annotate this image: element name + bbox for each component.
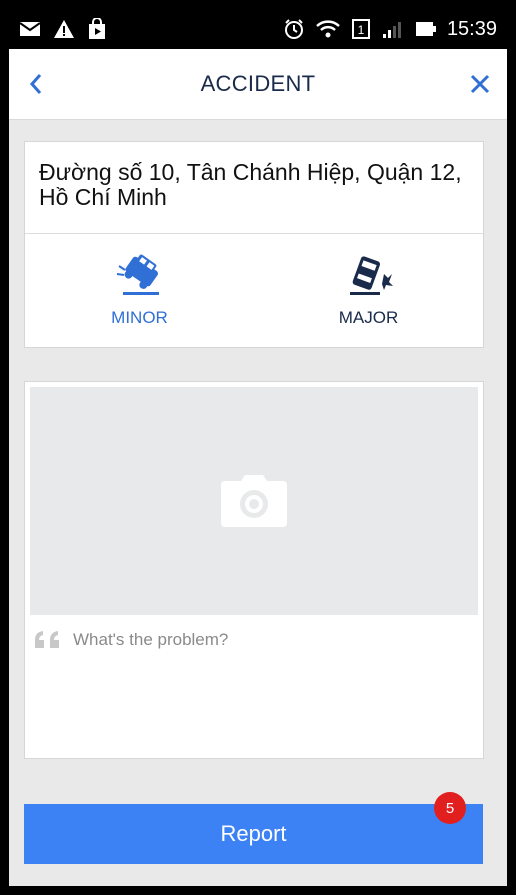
quote-icon <box>35 631 59 648</box>
problem-placeholder: What's the problem? <box>73 630 229 649</box>
mail-icon <box>19 20 41 38</box>
wifi-icon <box>315 19 341 39</box>
severity-selector: MINOR MAJOR <box>25 234 483 346</box>
app-bar: ACCIDENT <box>9 49 507 120</box>
warning-icon <box>53 19 75 39</box>
location-card: Đường số 10, Tân Chánh Hiệp, Quận 12, Hồ… <box>24 141 484 348</box>
minor-option[interactable]: MINOR <box>25 234 254 346</box>
major-accident-icon <box>349 256 393 295</box>
report-count-badge: 5 <box>434 792 466 824</box>
camera-icon <box>221 475 287 527</box>
alarm-icon <box>283 18 305 40</box>
battery-icon <box>415 20 437 38</box>
minor-accident-icon <box>116 254 159 295</box>
shopping-bag-icon <box>87 18 107 40</box>
page-title: ACCIDENT <box>200 71 316 96</box>
major-label: MAJOR <box>338 308 399 327</box>
photo-area[interactable] <box>30 387 478 615</box>
close-button[interactable] <box>463 67 497 101</box>
svg-text:1: 1 <box>358 23 365 37</box>
report-details-card: What's the problem? <box>24 381 484 759</box>
report-button[interactable]: Report <box>24 804 483 864</box>
status-bar: 1 15:39 <box>9 9 507 49</box>
minor-label: MINOR <box>111 308 168 327</box>
close-icon <box>470 74 490 94</box>
status-time: 15:39 <box>446 17 497 40</box>
problem-input[interactable]: What's the problem? <box>33 630 228 650</box>
sim-icon: 1 <box>351 18 371 40</box>
address-text: Đường số 10, Tân Chánh Hiệp, Quận 12, Hồ… <box>25 142 483 234</box>
device-frame: 1 15:39 ACCIDENT Đường số 10, Tân Chánh … <box>0 0 516 895</box>
major-option[interactable]: MAJOR <box>254 234 483 346</box>
screen: 1 15:39 ACCIDENT Đường số 10, Tân Chánh … <box>9 9 507 886</box>
signal-icon <box>381 19 405 39</box>
